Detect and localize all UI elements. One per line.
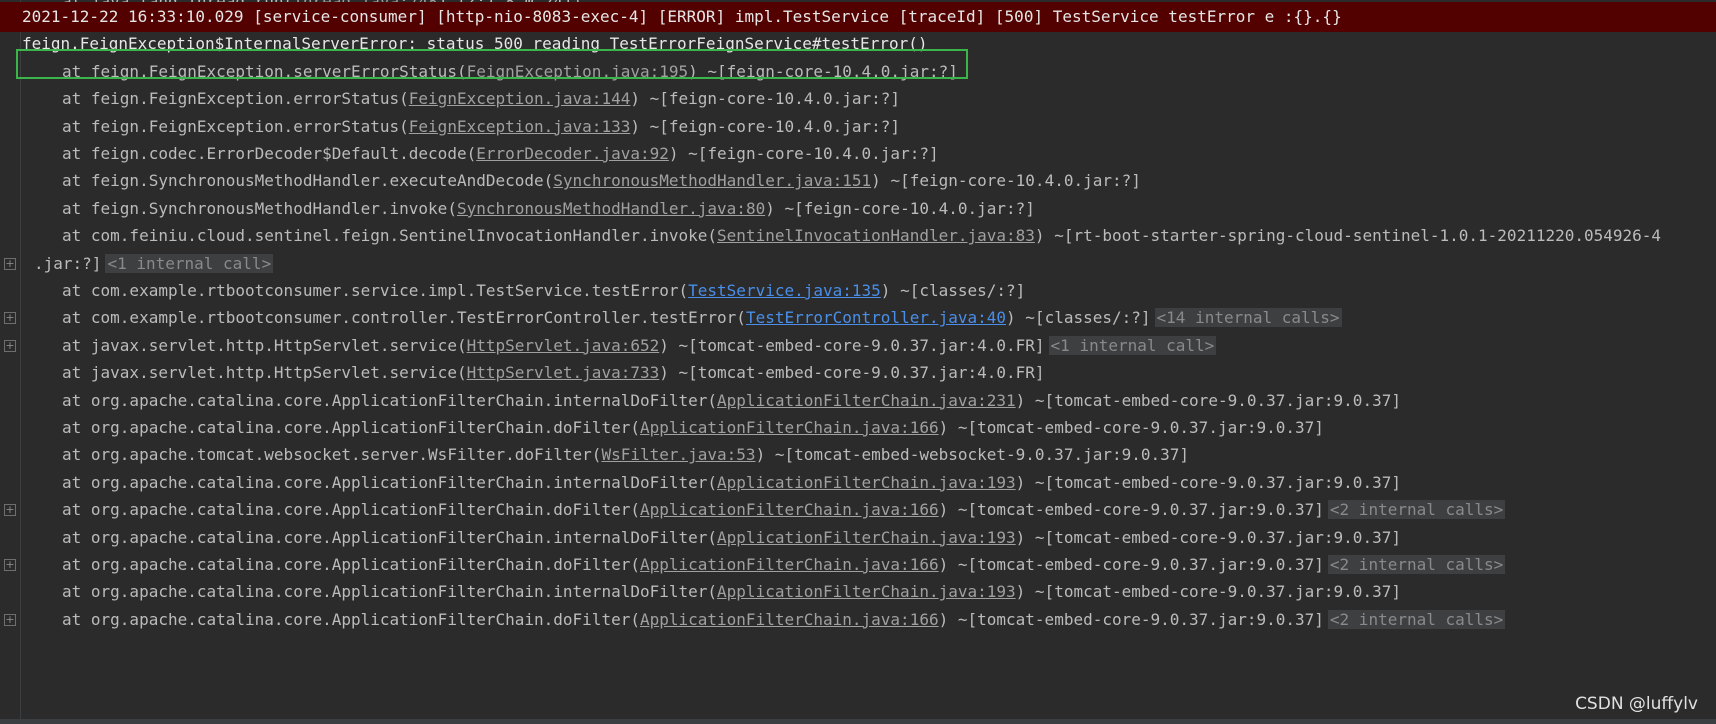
expand-fold-icon[interactable]: +	[4, 312, 16, 325]
stack-frame-line: at org.apache.catalina.core.ApplicationF…	[0, 468, 1716, 498]
source-file-link[interactable]: HttpServlet.java:652	[467, 336, 660, 355]
frame-method: at feign.SynchronousMethodHandler.invoke…	[62, 198, 457, 218]
stack-frame-line: at feign.SynchronousMethodHandler.invoke…	[0, 194, 1716, 224]
stack-frame-line: at feign.codec.ErrorDecoder$Default.deco…	[0, 139, 1716, 169]
frame-method: at org.apache.catalina.core.ApplicationF…	[62, 555, 640, 574]
frame-library: ) ~[classes/:?]	[1006, 308, 1151, 328]
stack-frame-line: at feign.FeignException.errorStatus(Feig…	[0, 112, 1716, 142]
source-file-link[interactable]: ApplicationFilterChain.java:166	[640, 610, 939, 629]
stack-frame-line: + at org.apache.catalina.core.Application…	[0, 605, 1716, 635]
frame-method: at javax.servlet.http.HttpServlet.servic…	[62, 335, 467, 355]
internal-calls-badge[interactable]: <14 internal calls>	[1154, 308, 1342, 328]
stack-frame-line: at feign.SynchronousMethodHandler.execut…	[0, 166, 1716, 196]
internal-calls-badge[interactable]: <2 internal calls>	[1327, 500, 1506, 520]
horizontal-scrollbar[interactable]	[0, 719, 1716, 724]
stack-frame-continuation: + .jar:?] <1 internal call>	[0, 249, 1716, 279]
stack-frame-line: + at com.example.rtbootconsumer.controlle…	[0, 303, 1716, 333]
frame-method: at org.apache.tomcat.websocket.server.Ws…	[62, 445, 602, 465]
source-file-link[interactable]: ApplicationFilterChain.java:193	[717, 528, 1016, 547]
frame-library: ) ~[tomcat-embed-core-9.0.37.jar:9.0.37]	[938, 555, 1324, 574]
exception-highlight-box	[16, 49, 968, 79]
frame-method: at feign.SynchronousMethodHandler.execut…	[62, 171, 554, 191]
stack-frame-line: at org.apache.tomcat.websocket.server.Ws…	[0, 440, 1716, 470]
stack-frame-line: at javax.servlet.http.HttpServlet.servic…	[0, 358, 1716, 388]
frame-library: ) ~[tomcat-embed-core-9.0.37.jar:9.0.37]	[1015, 582, 1401, 602]
frame-method: .jar:?]	[34, 253, 102, 273]
stack-frame-line: at org.apache.catalina.core.ApplicationF…	[0, 577, 1716, 607]
frame-library: ) ~[tomcat-embed-core-9.0.37.jar:4.0.FR]	[659, 363, 1045, 383]
source-file-link[interactable]: ApplicationFilterChain.java:166	[640, 500, 939, 519]
source-file-link[interactable]: ErrorDecoder.java:92	[476, 144, 669, 163]
source-file-link[interactable]: ApplicationFilterChain.java:166	[640, 418, 939, 437]
frame-method: at com.example.rtbootconsumer.service.im…	[62, 281, 689, 300]
stack-frame-line: + at org.apache.catalina.core.Application…	[0, 550, 1716, 580]
source-file-link[interactable]: SentinelInvocationHandler.java:83	[717, 226, 1035, 245]
frame-library: ) ~[feign-core-10.4.0.jar:?]	[765, 198, 1035, 218]
frame-method: at feign.FeignException.errorStatus(	[62, 116, 409, 136]
frame-library: ) ~[feign-core-10.4.0.jar:?]	[871, 171, 1141, 191]
frame-method: at com.example.rtbootconsumer.controller…	[62, 308, 746, 328]
source-file-link[interactable]: SynchronousMethodHandler.java:151	[553, 171, 871, 190]
console-output[interactable]: at java.lang.Thread.run(Thread.java:748)…	[0, 0, 1716, 724]
expand-fold-icon[interactable]: +	[4, 613, 16, 626]
frame-library: ) ~[tomcat-embed-core-9.0.37.jar:4.0.FR]	[659, 335, 1045, 355]
frame-library: ) ~[tomcat-embed-core-9.0.37.jar:9.0.37]	[1015, 390, 1401, 410]
source-file-link[interactable]: ApplicationFilterChain.java:166	[640, 555, 939, 574]
source-file-link[interactable]: HttpServlet.java:733	[467, 363, 660, 382]
frame-library: ) ~[tomcat-embed-core-9.0.37.jar:9.0.37]	[938, 500, 1324, 520]
internal-calls-badge[interactable]: <1 internal call>	[1048, 335, 1217, 355]
expand-fold-icon[interactable]: +	[4, 339, 16, 352]
source-file-link[interactable]: FeignException.java:144	[409, 89, 631, 108]
source-file-link[interactable]: ApplicationFilterChain.java:193	[717, 582, 1016, 601]
source-file-link[interactable]: FeignException.java:133	[409, 117, 631, 136]
expand-fold-icon[interactable]: +	[4, 257, 16, 270]
frame-method: at org.apache.catalina.core.ApplicationF…	[62, 500, 640, 520]
expand-fold-icon[interactable]: +	[4, 504, 16, 517]
source-file-link[interactable]: ApplicationFilterChain.java:193	[717, 473, 1016, 492]
frame-library: ) ~[rt-boot-starter-spring-cloud-sentine…	[1034, 226, 1662, 246]
frame-library: ) ~[feign-core-10.4.0.jar:?]	[668, 144, 939, 163]
watermark: CSDN @luffylv	[1575, 694, 1698, 714]
frame-library: ) ~[tomcat-embed-core-9.0.37.jar:9.0.37]	[1015, 472, 1401, 492]
frame-library: ) ~[tomcat-embed-core-9.0.37.jar:9.0.37]	[1015, 527, 1401, 547]
frame-method: at com.feiniu.cloud.sentinel.feign.Senti…	[62, 226, 718, 246]
stack-frame-line: + at javax.servlet.http.HttpServlet.servi…	[0, 331, 1716, 361]
internal-calls-badge[interactable]: <2 internal calls>	[1327, 555, 1506, 574]
frame-method: at org.apache.catalina.core.ApplicationF…	[62, 609, 640, 629]
source-file-link[interactable]: SynchronousMethodHandler.java:80	[457, 199, 765, 218]
frame-method: at feign.codec.ErrorDecoder$Default.deco…	[62, 144, 477, 163]
frame-method: at org.apache.catalina.core.ApplicationF…	[62, 527, 718, 547]
stack-frame-line: at feign.FeignException.errorStatus(Feig…	[0, 84, 1716, 114]
line-text: 2021-12-22 16:33:10.029 [service-consume…	[22, 7, 1342, 26]
frame-method: at org.apache.catalina.core.ApplicationF…	[62, 418, 640, 437]
stack-frame-line: at com.feiniu.cloud.sentinel.feign.Senti…	[0, 221, 1716, 251]
stack-frame-line: + at org.apache.catalina.core.Application…	[0, 495, 1716, 525]
frame-library: ) ~[tomcat-embed-core-9.0.37.jar:9.0.37]	[938, 418, 1324, 437]
expand-fold-icon[interactable]: +	[4, 559, 16, 571]
source-file-link[interactable]: TestErrorController.java:40	[746, 308, 1006, 327]
stack-frame-line: at org.apache.catalina.core.ApplicationF…	[0, 413, 1716, 443]
frame-method: at javax.servlet.http.HttpServlet.servic…	[62, 363, 467, 383]
stack-frame-line: at com.example.rtbootconsumer.service.im…	[0, 276, 1716, 306]
source-file-link[interactable]: TestService.java:135	[688, 281, 881, 300]
internal-calls-badge[interactable]: <2 internal calls>	[1327, 609, 1506, 629]
frame-library: ) ~[tomcat-embed-websocket-9.0.37.jar:9.…	[755, 445, 1190, 465]
frame-library: ) ~[feign-core-10.4.0.jar:?]	[630, 89, 901, 109]
frame-library: ) ~[feign-core-10.4.0.jar:?]	[630, 116, 901, 136]
frame-library: ) ~[tomcat-embed-core-9.0.37.jar:9.0.37]	[938, 609, 1324, 629]
source-file-link[interactable]: WsFilter.java:53	[601, 445, 755, 464]
stack-frame-line: at org.apache.catalina.core.ApplicationF…	[0, 386, 1716, 416]
frame-method: at org.apache.catalina.core.ApplicationF…	[62, 582, 718, 602]
frame-method: at feign.FeignException.errorStatus(	[62, 89, 409, 109]
internal-calls-badge[interactable]: <1 internal call>	[105, 253, 274, 273]
log-error-line: 2021-12-22 16:33:10.029 [service-consume…	[0, 2, 1716, 32]
frame-method: at org.apache.catalina.core.ApplicationF…	[62, 390, 718, 410]
stack-frame-line: at org.apache.catalina.core.ApplicationF…	[0, 523, 1716, 553]
frame-library: ) ~[classes/:?]	[880, 281, 1026, 300]
frame-method: at org.apache.catalina.core.ApplicationF…	[62, 472, 718, 492]
source-file-link[interactable]: ApplicationFilterChain.java:231	[717, 391, 1016, 410]
